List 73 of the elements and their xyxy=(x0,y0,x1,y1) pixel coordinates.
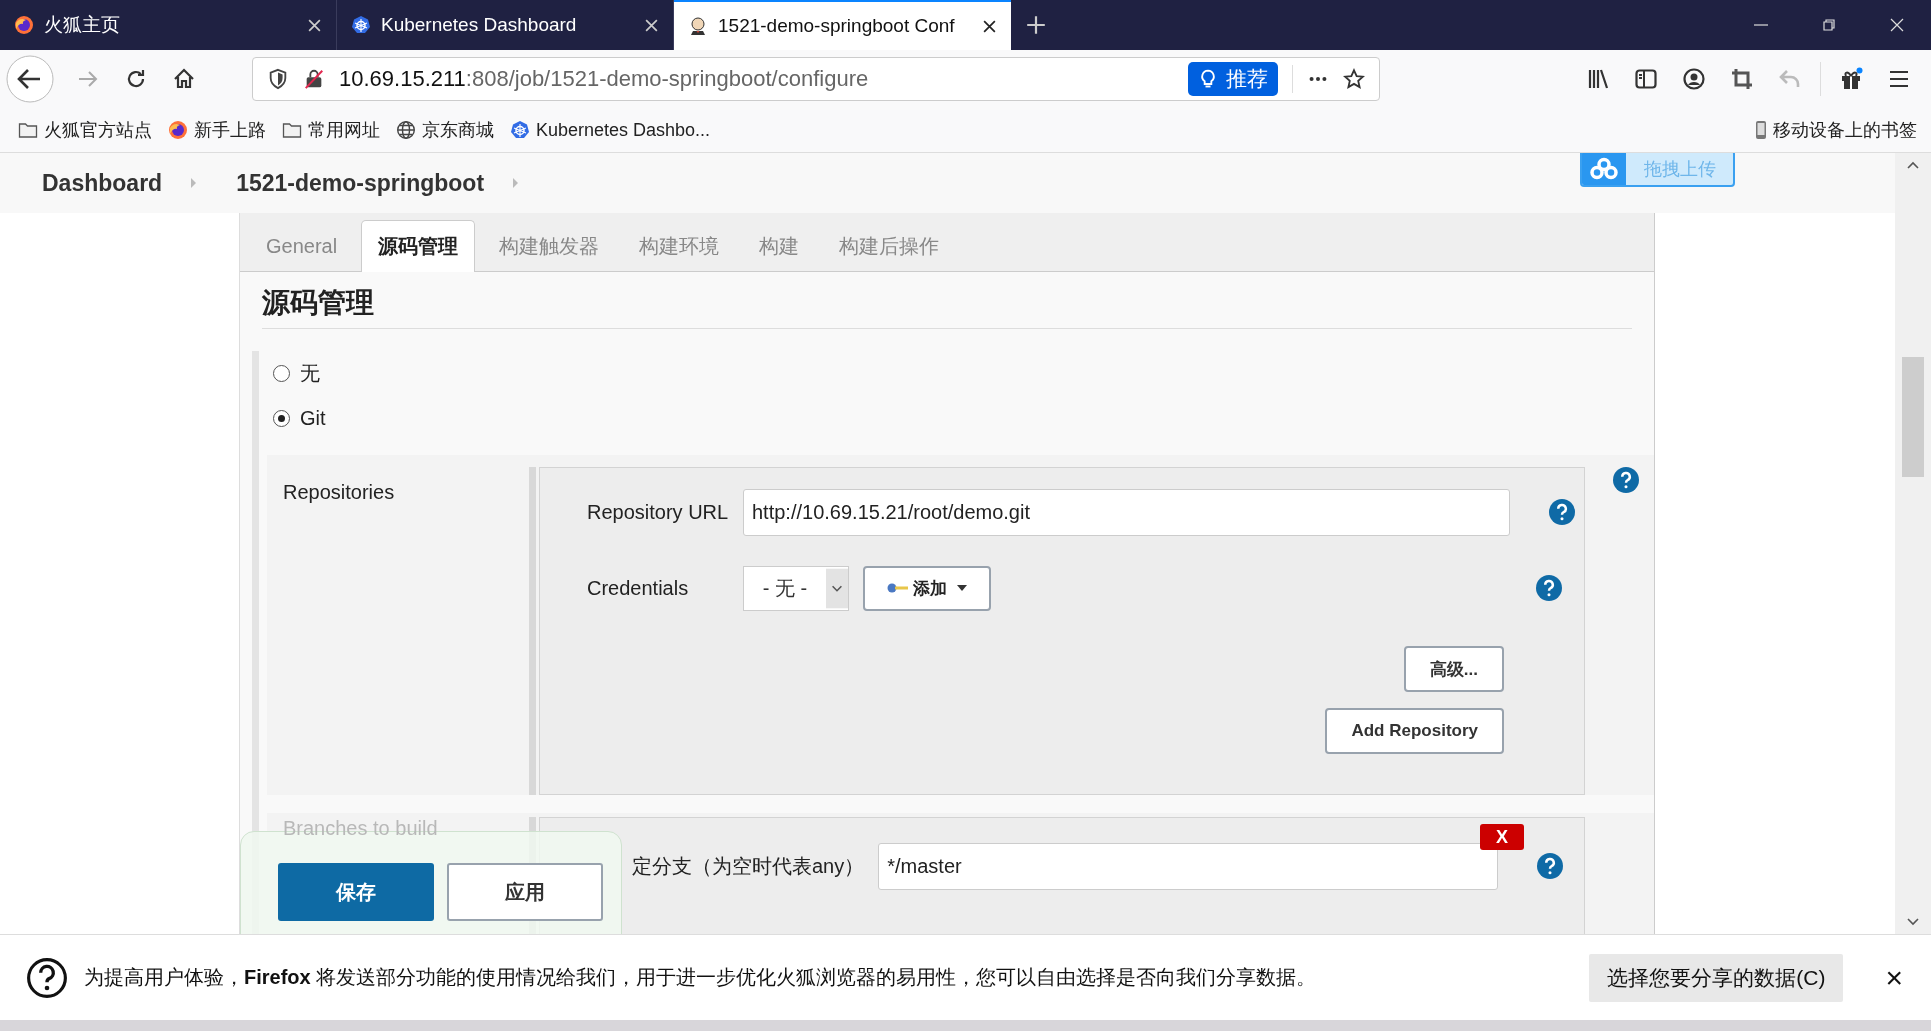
chevron-up-icon[interactable] xyxy=(1907,161,1919,169)
restore-icon[interactable] xyxy=(1821,17,1837,33)
phone-icon xyxy=(1755,120,1767,140)
field-label: Repository URL xyxy=(587,500,729,524)
tab-title: 1521-demo-springboot Conf xyxy=(718,15,956,37)
radio-button[interactable] xyxy=(273,365,290,382)
key-icon xyxy=(887,582,909,594)
bookmark-item[interactable]: Kubernetes Dashbo... xyxy=(510,119,711,141)
helm-wheel-icon xyxy=(351,15,371,35)
insecure-lock-icon xyxy=(303,68,325,90)
help-icon[interactable] xyxy=(1536,575,1562,601)
breadcrumb-link[interactable]: 1521-demo-springboot xyxy=(236,169,485,197)
field-label: 定分支（为空时代表any） xyxy=(632,853,865,879)
add-repository-button[interactable]: Add Repository xyxy=(1325,708,1504,754)
home-icon[interactable] xyxy=(172,67,196,91)
notification-message: 为提高用户体验，Firefox 将发送部分功能的使用情况给我们，用于进一步优化火狐浏览器的易用性，您可以自由选择是否向我们分享数据。 xyxy=(84,965,1317,990)
folder-icon xyxy=(282,120,302,140)
field-label: Branches to build xyxy=(283,817,438,839)
url-text: 10.69.15.211:808/job/1521-demo-springboot/configure xyxy=(339,66,869,92)
gift-icon[interactable] xyxy=(1839,67,1863,91)
bookmark-item[interactable]: 火狐官方站点 xyxy=(18,118,152,142)
globe-icon xyxy=(396,120,416,140)
bookmark-item[interactable]: 新手上路 xyxy=(168,118,266,142)
chevron-down-icon[interactable] xyxy=(1907,918,1919,926)
section-title: 源码管理 xyxy=(262,284,1632,329)
help-icon[interactable] xyxy=(1549,499,1575,525)
browser-tab[interactable]: 1521-demo-springboot Conf xyxy=(674,0,1011,50)
shield-icon xyxy=(267,68,289,90)
new-tab-icon[interactable] xyxy=(1025,14,1047,36)
bookmark-item[interactable]: 京东商城 xyxy=(396,118,494,142)
close-icon[interactable] xyxy=(982,18,997,34)
credentials-dropdown[interactable]: - 无 - xyxy=(743,565,849,611)
star-icon[interactable] xyxy=(1343,68,1365,90)
config-tab[interactable]: 源码管理 xyxy=(361,220,476,272)
share-data-button[interactable]: 选择您要分享的数据(C) xyxy=(1589,953,1844,1002)
bookmark-item[interactable]: 移动设备上的书签 xyxy=(1755,118,1917,142)
library-icon[interactable] xyxy=(1586,67,1610,91)
firefox-icon xyxy=(168,120,188,140)
question-icon xyxy=(26,956,68,999)
caret-icon xyxy=(957,585,967,591)
sidebar-icon[interactable] xyxy=(1634,67,1658,91)
crop-icon[interactable] xyxy=(1730,67,1754,91)
butler-icon xyxy=(688,16,708,36)
field-label: Repositories xyxy=(283,481,395,503)
advanced-button[interactable]: 高级... xyxy=(1403,646,1504,692)
radio-label: 无 xyxy=(300,361,320,386)
back-icon[interactable] xyxy=(6,55,54,103)
recommend-button[interactable]: 推荐 xyxy=(1188,62,1278,96)
address-bar[interactable]: 10.69.15.211:808/job/1521-demo-springboot/configure 推荐 xyxy=(252,57,1380,101)
scrollbar[interactable] xyxy=(1895,153,1931,934)
help-icon[interactable] xyxy=(1537,853,1564,879)
chevron-down-icon xyxy=(826,566,848,610)
apply-button[interactable]: 应用 xyxy=(447,863,603,921)
repository-url-field[interactable]: http://10.69.15.21/root/demo.git xyxy=(743,488,1510,536)
firefox-icon xyxy=(14,15,34,35)
add-credentials-button[interactable]: 添加 xyxy=(863,565,991,611)
account-icon[interactable] xyxy=(1682,67,1706,91)
bookmark-item[interactable]: 常用网址 xyxy=(282,118,380,142)
tab-title: Kubernetes Dashboard xyxy=(381,14,578,36)
field-label: Credentials xyxy=(587,576,690,600)
branch-field[interactable]: */master xyxy=(878,842,1499,890)
radio-button[interactable] xyxy=(273,410,290,427)
radio-label: Git xyxy=(300,407,326,430)
folder-icon xyxy=(18,120,38,140)
tab-title: 火狐主页 xyxy=(44,13,121,37)
help-icon[interactable] xyxy=(1613,467,1639,493)
save-button[interactable]: 保存 xyxy=(278,863,434,921)
scrollbar-thumb[interactable] xyxy=(1902,357,1924,477)
helm-wheel-icon xyxy=(510,120,530,140)
delete-button[interactable]: X xyxy=(1480,824,1524,850)
close-button[interactable]: × xyxy=(1879,960,1909,995)
lightbulb-icon xyxy=(1198,68,1218,90)
breadcrumb-link[interactable]: Dashboard xyxy=(42,169,163,197)
